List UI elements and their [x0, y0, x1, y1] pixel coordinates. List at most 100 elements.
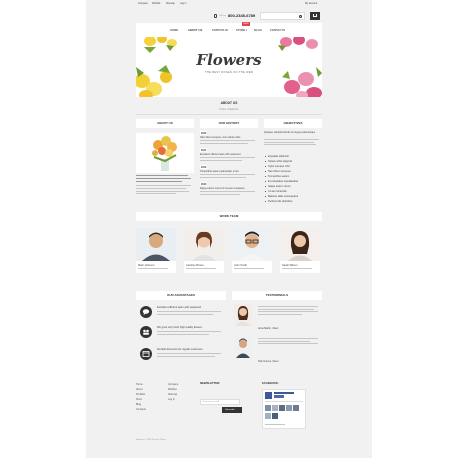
list-item: Expedita distinctio — [265, 155, 289, 158]
calendar-icon — [140, 348, 152, 360]
chevron-down-icon: ▾ — [246, 29, 248, 32]
history-item: Temporibus autem quibusdam et aut — [200, 170, 239, 173]
list-item: Soluta nobis eligendi — [265, 160, 292, 163]
history-item: Excellent efficient team with seasoned — [200, 153, 241, 156]
history-item: Itaque earum rerum hic tenetur a sapient… — [200, 187, 245, 190]
hero-title: Flowers — [196, 51, 262, 69]
history-heading: OUR HISTORY — [200, 119, 258, 128]
advantage-title: Excellent efficient team with seasoned — [157, 306, 201, 309]
history-year: 2013 — [200, 182, 208, 186]
chat-icon — [140, 306, 152, 318]
team-name: Caroline Brown — [186, 264, 204, 267]
history-year: 2010 — [200, 131, 208, 135]
copyright: Flowers © 2014 Privacy Policy — [136, 439, 166, 441]
facebook-widget[interactable] — [262, 389, 306, 429]
list-item: Perferendis doloribus — [265, 200, 293, 203]
team-photo — [280, 228, 320, 261]
objectives-intro: Quisque volutpat lobortis et integer pel… — [264, 131, 316, 134]
team-photo — [232, 228, 272, 261]
topbar-link-sitemap[interactable]: Sitemap — [166, 2, 175, 5]
divider — [136, 114, 322, 115]
about-heading: ABOUT US — [136, 119, 194, 128]
team-card[interactable]: John Smith — [232, 228, 272, 273]
fan-avatar — [265, 413, 271, 419]
new-badge: NEW — [242, 22, 251, 26]
team-heading: WORK TEAM — [136, 212, 322, 221]
breadcrumb[interactable]: Home / About Us — [136, 108, 322, 111]
list-item: Optio cumque nihil — [264, 165, 290, 168]
footer-link[interactable]: About — [136, 388, 143, 391]
cart-icon — [313, 14, 317, 17]
advantage-title: We grow only fresh high quality flowers — [157, 326, 202, 329]
topbar-link-compare[interactable]: Compare — [138, 2, 148, 5]
footer-link[interactable]: Contacts — [136, 408, 146, 411]
footer-link[interactable]: Log in — [168, 398, 175, 401]
account-link[interactable]: My account — [305, 2, 317, 5]
page-title: ABOUT US — [220, 101, 238, 105]
testimonials-list: Anna Martin, Client Nick Grimes, Client — [232, 302, 322, 372]
fan-avatar — [279, 405, 285, 411]
footer-link[interactable]: Home — [136, 383, 143, 386]
newsletter-email-field[interactable]: Enter your e-mail — [200, 399, 240, 405]
history-list: 2010 Nam libero tempore, cum soluta nobi… — [200, 131, 258, 201]
team-card[interactable]: Sarah Wilson — [280, 228, 320, 273]
history-year: 2011 — [200, 148, 208, 152]
testimonial-author: Nick Grimes, Client — [258, 360, 279, 363]
facebook-logo-icon — [265, 392, 272, 399]
team-photo — [136, 228, 176, 261]
team-name: John Smith — [234, 264, 247, 267]
list-item: Maiores alias consequatur — [264, 195, 299, 198]
footer: Home About Portfolio Store Blog Contacts… — [136, 380, 322, 450]
advantages-list: Excellent efficient team with seasoned W… — [136, 302, 226, 372]
phone-icon — [214, 14, 217, 18]
team-name: Mark Johnson — [138, 264, 155, 267]
search-icon[interactable] — [298, 14, 302, 18]
newsletter-title: NEWSLETTER: — [200, 381, 221, 385]
hero-subtitle: THE BEST ROSES ON THE WEB — [204, 71, 254, 74]
history-item: Nam libero tempore, cum soluta nobis — [200, 136, 241, 139]
avatar — [234, 304, 252, 326]
advantages-heading: OUR ADVANTAGES — [136, 291, 226, 300]
subscribe-button[interactable]: Subscribe — [222, 407, 242, 413]
list-item: Nam libero tempore — [265, 170, 291, 173]
testimonial-author: Anna Martin, Client — [258, 327, 279, 330]
fan-avatar — [265, 405, 271, 411]
history-year: 2012 — [200, 165, 208, 169]
nav-home[interactable]: HOME — [170, 29, 178, 32]
nav-store[interactable]: STORE — [236, 29, 245, 32]
fan-avatar — [293, 405, 299, 411]
team-card[interactable]: Caroline Brown — [184, 228, 224, 273]
team-photo — [184, 228, 224, 261]
topbar-link-login[interactable]: Log in — [180, 2, 187, 5]
footer-link[interactable]: Store — [136, 398, 142, 401]
facebook-title: FACEBOOK: — [262, 381, 279, 385]
about-text — [136, 175, 194, 195]
header-row: Call us: 800-2345-6789 — [136, 11, 322, 21]
subscribe-label: Subscribe — [225, 408, 235, 411]
footer-link[interactable]: Blog — [136, 403, 141, 406]
nav-contacts[interactable]: CONTACTS — [270, 29, 285, 32]
like-button[interactable] — [274, 395, 284, 398]
nav-portfolio[interactable]: PORTFOLIO — [212, 29, 228, 32]
objectives-list: Expedita distinctio Soluta nobis eligend… — [264, 155, 322, 205]
footer-link[interactable]: Wishlist — [168, 388, 177, 391]
cart-button[interactable] — [310, 12, 320, 20]
avatar — [234, 336, 252, 358]
footer-link[interactable]: Sitemap — [168, 393, 177, 396]
users-icon — [140, 326, 152, 338]
testimonials-heading: TESTIMONIALS — [232, 291, 322, 300]
nav-about-us[interactable]: ABOUT US — [188, 29, 202, 32]
list-item: Ut aut reiciendis — [265, 190, 287, 193]
team-card[interactable]: Mark Johnson — [136, 228, 176, 273]
phone-label: Call us: — [219, 14, 227, 17]
about-image — [136, 133, 194, 173]
search-input[interactable] — [260, 12, 305, 20]
nav-blog[interactable]: BLOG — [254, 29, 262, 32]
fan-avatar — [272, 405, 278, 411]
footer-link[interactable]: Compare — [168, 383, 178, 386]
topbar-link-wishlist[interactable]: Wishlist — [152, 2, 160, 5]
fan-avatar — [272, 413, 278, 419]
footer-link[interactable]: Portfolio — [136, 393, 145, 396]
advantage-title: Flexible discounts for regular customers — [157, 348, 203, 351]
objectives-heading: OBJECTIVES — [264, 119, 322, 128]
